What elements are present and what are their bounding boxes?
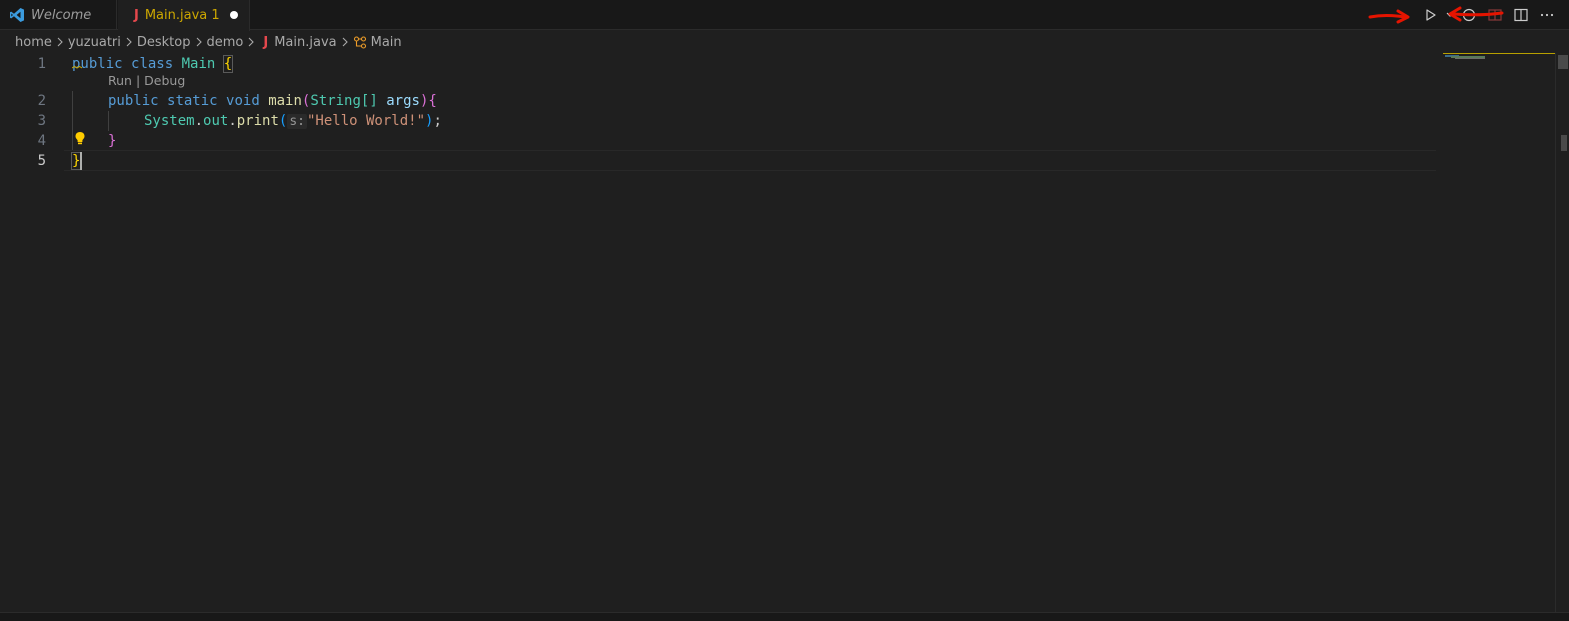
tab-welcome-label: Welcome bbox=[31, 7, 92, 23]
text-cursor bbox=[80, 152, 82, 170]
vscode-logo-icon bbox=[9, 7, 25, 23]
indent-guide bbox=[72, 91, 73, 150]
more-actions-button[interactable] bbox=[1535, 3, 1559, 27]
breadcrumb-demo[interactable]: demo bbox=[207, 35, 244, 50]
class-symbol-icon bbox=[353, 35, 367, 49]
breadcrumb-desktop[interactable]: Desktop bbox=[137, 35, 191, 50]
chevron-right-icon bbox=[341, 37, 349, 47]
breadcrumb-yuzuatri[interactable]: yuzuatri bbox=[68, 35, 121, 50]
tab-welcome[interactable]: Welcome bbox=[0, 0, 117, 30]
chevron-right-icon bbox=[125, 37, 133, 47]
chevron-right-icon bbox=[56, 37, 64, 47]
play-icon bbox=[1426, 9, 1436, 21]
line-number: 4 bbox=[37, 133, 46, 149]
breadcrumb-main-class[interactable]: Main bbox=[371, 35, 402, 50]
scrollbar-thumb[interactable] bbox=[1558, 55, 1568, 69]
line-number: 2 bbox=[37, 93, 46, 109]
breadcrumb-home[interactable]: home bbox=[15, 35, 52, 50]
breadcrumb-main-java[interactable]: Main.java bbox=[274, 35, 336, 50]
code-line-2[interactable]: public static void main(String[] args){ bbox=[108, 91, 437, 111]
java-file-icon: J bbox=[134, 8, 139, 23]
codelens-debug[interactable]: Debug bbox=[144, 73, 185, 88]
status-bar bbox=[0, 612, 1569, 621]
codelens-run[interactable]: Run bbox=[108, 73, 132, 88]
split-editor-button[interactable] bbox=[1509, 3, 1533, 27]
lightbulb-icon[interactable] bbox=[74, 131, 86, 145]
code-line-4[interactable]: } bbox=[108, 131, 116, 151]
parameter-inlay-hint: s: bbox=[287, 114, 307, 129]
code-editor[interactable]: 1 2 3 4 5 public class Main { Run | Debu… bbox=[0, 53, 1569, 613]
current-line-highlight bbox=[64, 150, 1436, 171]
vertical-scrollbar[interactable] bbox=[1555, 53, 1569, 613]
scrollbar-marker bbox=[1561, 135, 1567, 151]
ellipsis-icon bbox=[1540, 13, 1554, 17]
codelens: Run | Debug bbox=[108, 73, 186, 88]
annotation-arrow-right-icon bbox=[1368, 9, 1410, 24]
minimap[interactable] bbox=[1443, 53, 1555, 63]
code-line-3[interactable]: System.out.print(s: "Hello World!"); bbox=[144, 111, 442, 132]
annotation-arrow-left-icon bbox=[1448, 6, 1504, 22]
unsaved-dot-icon[interactable] bbox=[230, 11, 238, 19]
breadcrumb: home yuzuatri Desktop demo J Main.java M… bbox=[15, 31, 402, 53]
run-java-button[interactable] bbox=[1419, 3, 1443, 27]
tab-main-java[interactable]: J Main.java 1 bbox=[118, 0, 250, 31]
indent-guide bbox=[108, 111, 109, 131]
tab-main-java-label: Main.java 1 bbox=[144, 8, 220, 23]
warning-squiggle bbox=[72, 66, 82, 69]
line-number: 5 bbox=[37, 153, 46, 169]
problem-count: 1 bbox=[211, 8, 220, 23]
java-file-icon: J bbox=[263, 34, 269, 50]
line-number: 1 bbox=[37, 56, 46, 72]
line-number: 3 bbox=[37, 113, 46, 129]
code-line-1[interactable]: public class Main { bbox=[72, 54, 234, 74]
chevron-right-icon bbox=[195, 37, 203, 47]
split-editor-icon bbox=[1514, 8, 1528, 22]
chevron-right-icon bbox=[247, 37, 255, 47]
editor-tab-bar: Welcome J Main.java 1 bbox=[0, 0, 1569, 31]
